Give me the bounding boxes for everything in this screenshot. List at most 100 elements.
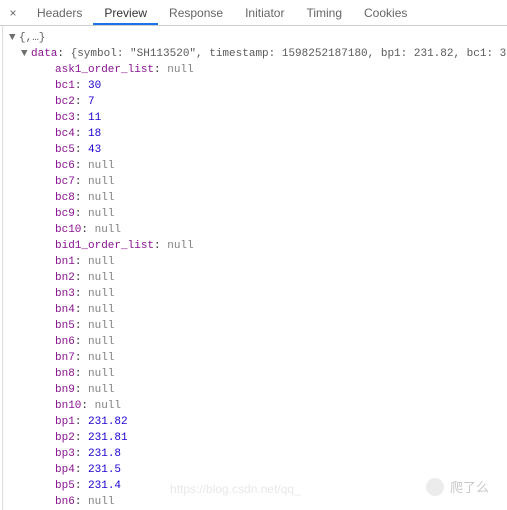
- json-row[interactable]: ask1_order_list: null: [9, 62, 507, 78]
- json-row[interactable]: bc4: 18: [9, 126, 507, 142]
- json-key: bp4: [55, 464, 75, 476]
- json-row[interactable]: bc10: null: [9, 222, 507, 238]
- colon: :: [81, 224, 94, 236]
- json-row[interactable]: bc7: null: [9, 174, 507, 190]
- network-tabs: × HeadersPreviewResponseInitiatorTimingC…: [0, 0, 507, 26]
- tab-headers[interactable]: Headers: [26, 2, 93, 24]
- json-key: bn6: [55, 336, 75, 348]
- root-preview: {,…}: [19, 32, 45, 44]
- tab-cookies[interactable]: Cookies: [353, 2, 418, 24]
- json-row[interactable]: bn5: null: [9, 318, 507, 334]
- json-value: 18: [88, 128, 101, 140]
- json-row[interactable]: bn2: null: [9, 270, 507, 286]
- json-row[interactable]: bn8: null: [9, 366, 507, 382]
- json-row[interactable]: bc5: 43: [9, 142, 507, 158]
- json-key: bc8: [55, 192, 75, 204]
- expand-arrow-icon[interactable]: ▼: [21, 46, 31, 62]
- json-key: bn4: [55, 304, 75, 316]
- json-row[interactable]: bn7: null: [9, 350, 507, 366]
- tab-preview[interactable]: Preview: [93, 2, 158, 25]
- json-value: null: [167, 64, 193, 76]
- json-value: null: [88, 192, 114, 204]
- json-value: null: [95, 400, 121, 412]
- colon: :: [75, 320, 88, 332]
- json-key: data: [31, 48, 57, 60]
- data-object-row[interactable]: ▼data: {symbol: "SH113520", timestamp: 1…: [9, 46, 507, 62]
- json-row[interactable]: bn6: null: [9, 494, 507, 510]
- json-value: null: [88, 256, 114, 268]
- json-value: null: [88, 320, 114, 332]
- json-value: 43: [88, 144, 101, 156]
- json-row[interactable]: bp4: 231.5: [9, 462, 507, 478]
- json-row[interactable]: bc2: 7: [9, 94, 507, 110]
- colon: :: [75, 96, 88, 108]
- colon: :: [75, 304, 88, 316]
- json-value: null: [88, 352, 114, 364]
- json-row[interactable]: bc9: null: [9, 206, 507, 222]
- json-value: 231.82: [88, 416, 128, 428]
- json-key: bp5: [55, 480, 75, 492]
- json-row[interactable]: bn1: null: [9, 254, 507, 270]
- json-key: bn10: [55, 400, 81, 412]
- json-key: bp2: [55, 432, 75, 444]
- colon: :: [75, 384, 88, 396]
- json-row[interactable]: bc1: 30: [9, 78, 507, 94]
- json-key: bn3: [55, 288, 75, 300]
- colon: :: [75, 288, 88, 300]
- colon: :: [75, 368, 88, 380]
- close-icon[interactable]: ×: [6, 6, 20, 20]
- json-row[interactable]: bn4: null: [9, 302, 507, 318]
- colon: :: [75, 272, 88, 284]
- json-value: 30: [88, 80, 101, 92]
- json-row[interactable]: bp1: 231.82: [9, 414, 507, 430]
- json-key: bid1_order_list: [55, 240, 154, 252]
- json-value: null: [88, 160, 114, 172]
- json-key: bc5: [55, 144, 75, 156]
- json-row[interactable]: bn6: null: [9, 334, 507, 350]
- colon: :: [75, 256, 88, 268]
- expand-arrow-icon[interactable]: ▼: [9, 30, 19, 46]
- json-value: 231.81: [88, 432, 128, 444]
- json-key: bn9: [55, 384, 75, 396]
- json-key: bn1: [55, 256, 75, 268]
- colon: :: [75, 80, 88, 92]
- json-key: bc4: [55, 128, 75, 140]
- json-value: null: [88, 384, 114, 396]
- json-value: 231.4: [88, 480, 121, 492]
- json-value: null: [88, 336, 114, 348]
- colon: :: [75, 112, 88, 124]
- preview-pane: ▼{,…} ▼data: {symbol: "SH113520", timest…: [2, 26, 507, 510]
- colon: :: [75, 480, 88, 492]
- tab-response[interactable]: Response: [158, 2, 234, 24]
- json-row[interactable]: bp3: 231.8: [9, 446, 507, 462]
- colon: :: [75, 208, 88, 220]
- json-value: null: [88, 208, 114, 220]
- json-row[interactable]: bc8: null: [9, 190, 507, 206]
- json-row[interactable]: bn3: null: [9, 286, 507, 302]
- json-row[interactable]: bn9: null: [9, 382, 507, 398]
- json-row[interactable]: bc3: 11: [9, 110, 507, 126]
- json-row[interactable]: bc6: null: [9, 158, 507, 174]
- json-value: null: [88, 288, 114, 300]
- json-key: bn2: [55, 272, 75, 284]
- colon: :: [75, 144, 88, 156]
- json-row[interactable]: bn10: null: [9, 398, 507, 414]
- json-key: bp3: [55, 448, 75, 460]
- colon: :: [75, 128, 88, 140]
- json-key: bn7: [55, 352, 75, 364]
- json-row[interactable]: bid1_order_list: null: [9, 238, 507, 254]
- json-row[interactable]: bp2: 231.81: [9, 430, 507, 446]
- tab-initiator[interactable]: Initiator: [234, 2, 295, 24]
- tab-timing[interactable]: Timing: [295, 2, 353, 24]
- json-value: 231.8: [88, 448, 121, 460]
- json-key: bc2: [55, 96, 75, 108]
- json-key: bc3: [55, 112, 75, 124]
- json-key: bn8: [55, 368, 75, 380]
- root-object-row[interactable]: ▼{,…}: [9, 30, 507, 46]
- colon: :: [75, 432, 88, 444]
- colon: :: [57, 48, 70, 60]
- json-value: null: [88, 272, 114, 284]
- json-row[interactable]: bp5: 231.4: [9, 478, 507, 494]
- json-value: 231.5: [88, 464, 121, 476]
- json-key: bc1: [55, 80, 75, 92]
